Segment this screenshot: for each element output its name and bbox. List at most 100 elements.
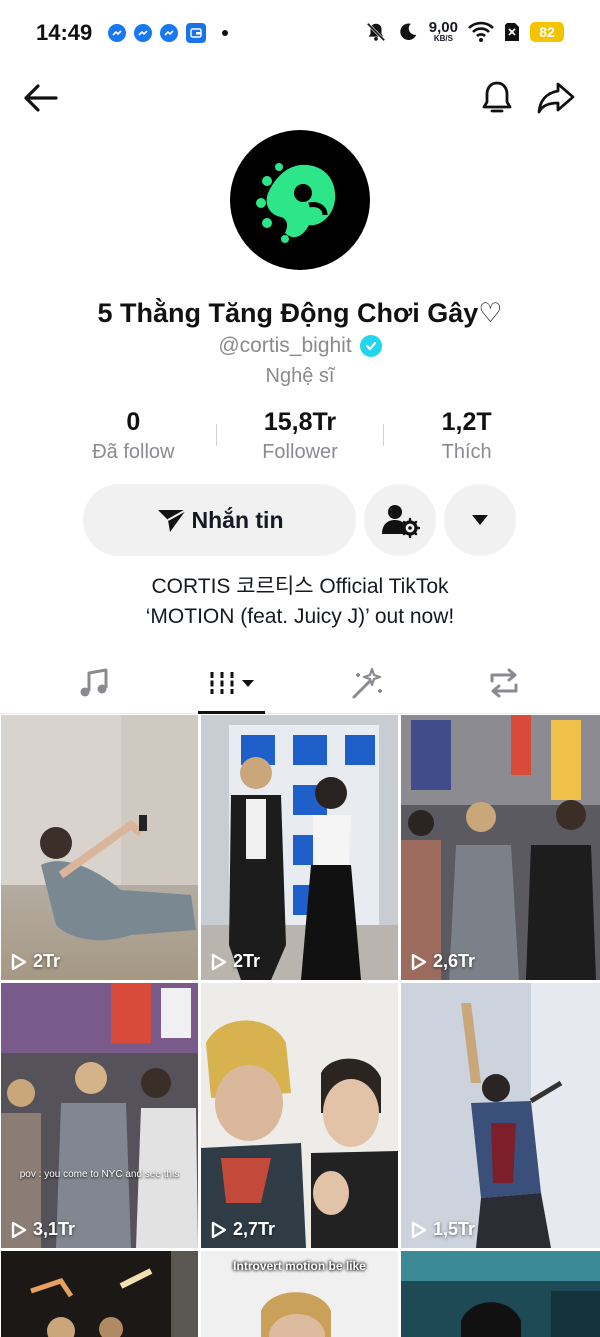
view-count-value: 2,6Tr bbox=[433, 951, 476, 971]
video-thumbnail[interactable]: 2Tr bbox=[1, 715, 198, 980]
repost-icon bbox=[490, 668, 518, 698]
follow-settings-button[interactable] bbox=[364, 484, 436, 556]
view-count: 3,1Tr bbox=[11, 1219, 75, 1240]
stat-likes[interactable]: 1,2T Thích bbox=[383, 408, 550, 464]
grid-sort-icon bbox=[210, 672, 254, 694]
video-thumbnail-art bbox=[1, 715, 198, 941]
profile-actions: Nhắn tin bbox=[83, 484, 516, 556]
sim-card-icon bbox=[505, 22, 519, 41]
stat-followers-label: Follower bbox=[262, 441, 338, 463]
video-caption: pov : you come to NYC and see this bbox=[19, 1169, 180, 1180]
video-thumbnail[interactable]: 1,5Tr bbox=[401, 983, 600, 1248]
verified-badge-icon bbox=[359, 335, 382, 357]
status-bar: 14:49 9,00 KB/S 82 bbox=[0, 0, 600, 68]
play-icon bbox=[11, 953, 27, 970]
messenger-icon bbox=[134, 24, 152, 42]
stat-divider bbox=[383, 424, 384, 446]
play-icon bbox=[411, 953, 427, 970]
play-icon bbox=[411, 1221, 427, 1238]
profile-bio: CORTIS 코르티스 Official TikTok ‘MOTION (fea… bbox=[0, 572, 600, 632]
video-thumbnail-art bbox=[401, 1251, 600, 1337]
bell-icon bbox=[482, 81, 512, 113]
view-count-value: 1,5Tr bbox=[433, 1219, 476, 1239]
tab-videos[interactable] bbox=[172, 652, 292, 714]
stat-divider bbox=[216, 424, 217, 446]
video-thumbnail-art bbox=[1, 983, 198, 1248]
wallet-icon bbox=[186, 23, 206, 43]
notification-icons bbox=[108, 23, 228, 43]
send-icon bbox=[157, 509, 186, 532]
stat-following-value: 0 bbox=[126, 408, 141, 436]
video-thumbnail[interactable]: pov : you come to NYC and see this 3,1Tr bbox=[1, 983, 198, 1248]
view-count: 2,7Tr bbox=[211, 1219, 275, 1240]
video-thumbnail[interactable] bbox=[401, 1251, 600, 1337]
cortis-logo-icon bbox=[256, 163, 336, 243]
video-thumbnail[interactable] bbox=[1, 1251, 198, 1337]
top-nav bbox=[0, 72, 600, 124]
view-count-value: 3,1Tr bbox=[33, 1219, 76, 1239]
video-thumbnail[interactable]: 2,7Tr bbox=[201, 983, 398, 1248]
username: @cortis_bighit bbox=[218, 334, 352, 357]
do-not-disturb-moon-icon bbox=[400, 22, 417, 40]
more-notifications-dot bbox=[222, 30, 228, 36]
share-arrow-icon bbox=[537, 82, 575, 114]
bio-line: ‘MOTION (feat. Juicy J)’ out now! bbox=[145, 605, 455, 628]
play-icon bbox=[211, 953, 227, 970]
more-options-dropdown-button[interactable] bbox=[444, 484, 516, 556]
messenger-icon bbox=[160, 24, 178, 42]
view-count: 2,6Tr bbox=[411, 951, 475, 972]
message-button-label: Nhắn tin bbox=[191, 506, 284, 533]
view-count: 1,5Tr bbox=[411, 1219, 475, 1240]
video-caption: Introvert motion be like bbox=[233, 1259, 366, 1273]
view-count: 2Tr bbox=[11, 951, 60, 972]
profile-stats: 0 Đã follow 15,8Tr Follower 1,2T Thích bbox=[50, 408, 550, 464]
user-settings-icon bbox=[382, 505, 420, 538]
view-count: 2Tr bbox=[211, 951, 260, 972]
network-speed-unit: KB/S bbox=[433, 34, 453, 43]
tab-favorites[interactable] bbox=[308, 652, 428, 714]
stat-likes-label: Thích bbox=[441, 441, 492, 463]
caret-down-icon bbox=[472, 515, 488, 525]
mute-icon bbox=[366, 22, 386, 41]
share-button[interactable] bbox=[534, 76, 578, 120]
video-thumbnail[interactable]: 2,6Tr bbox=[401, 715, 600, 980]
play-icon bbox=[11, 1221, 27, 1238]
video-thumbnail-art bbox=[401, 983, 600, 1248]
video-thumbnail[interactable]: Introvert motion be like bbox=[201, 1251, 398, 1337]
play-icon bbox=[211, 1221, 227, 1238]
video-thumbnail-art bbox=[401, 715, 600, 980]
back-button[interactable] bbox=[18, 76, 62, 120]
bio-line: CORTIS 코르티스 Official TikTok bbox=[151, 575, 449, 598]
notification-bell-button[interactable] bbox=[475, 76, 519, 120]
content-tabs bbox=[0, 652, 600, 714]
video-thumbnail-art bbox=[201, 983, 398, 1248]
network-speed: 9,00 KB/S bbox=[429, 20, 458, 43]
tab-reposts[interactable] bbox=[444, 652, 564, 714]
avatar[interactable] bbox=[230, 130, 370, 270]
stat-followers-value: 15,8Tr bbox=[263, 408, 337, 436]
username-row: @cortis_bighit bbox=[0, 334, 600, 358]
view-count-value: 2Tr bbox=[233, 951, 261, 971]
video-thumbnail-art bbox=[201, 715, 398, 980]
stat-likes-value: 1,2T bbox=[441, 408, 492, 436]
account-category: Nghệ sĩ bbox=[265, 365, 335, 387]
network-speed-value: 9,00 bbox=[428, 19, 458, 36]
wifi-icon bbox=[468, 21, 494, 42]
video-thumbnail[interactable]: 2Tr bbox=[201, 715, 398, 980]
stat-following-label: Đã follow bbox=[92, 441, 175, 463]
music-note-icon bbox=[80, 668, 108, 697]
back-arrow-icon bbox=[24, 84, 58, 112]
status-time: 14:49 bbox=[36, 20, 93, 45]
sparkle-wand-icon bbox=[352, 667, 382, 699]
display-name: 5 Thằng Tăng Động Chơi Gây♡ bbox=[97, 298, 503, 328]
view-count-value: 2Tr bbox=[33, 951, 61, 971]
messenger-icon bbox=[108, 24, 126, 42]
video-thumbnail-art bbox=[1, 1251, 198, 1337]
message-button[interactable]: Nhắn tin bbox=[83, 484, 356, 556]
stat-followers[interactable]: 15,8Tr Follower bbox=[217, 408, 384, 464]
tab-music[interactable] bbox=[34, 652, 154, 714]
view-count-value: 2,7Tr bbox=[233, 1219, 276, 1239]
system-icons: 9,00 KB/S 82 bbox=[365, 20, 564, 43]
active-tab-indicator bbox=[198, 711, 265, 714]
stat-following[interactable]: 0 Đã follow bbox=[50, 408, 217, 464]
